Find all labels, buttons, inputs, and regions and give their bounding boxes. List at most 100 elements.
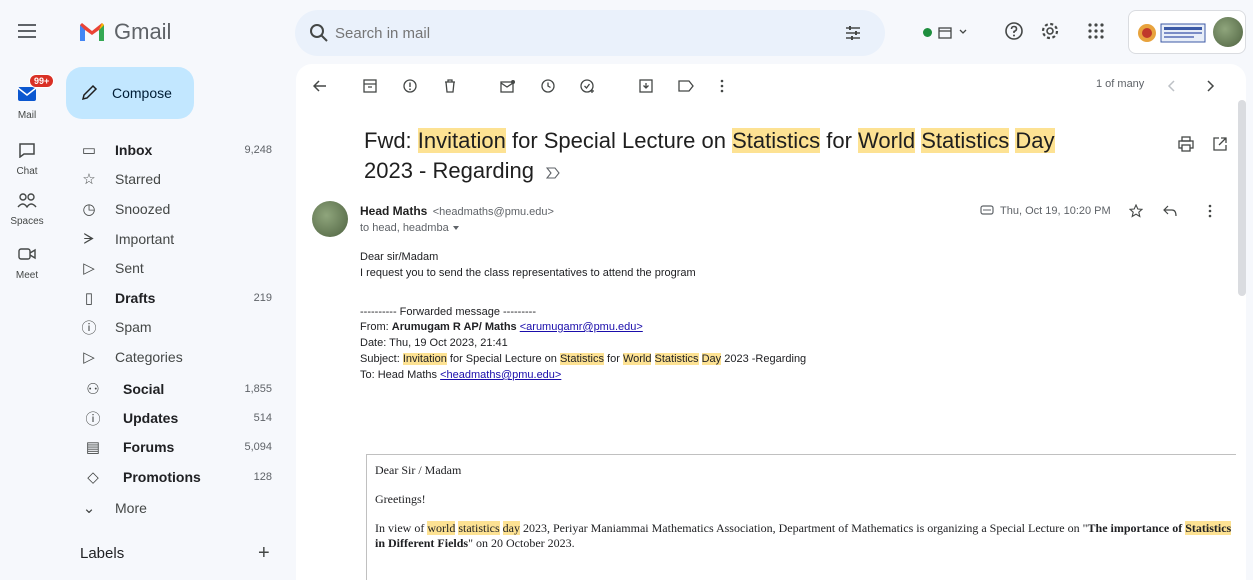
star-icon: ☆ [82, 171, 96, 188]
sidebar-item-social[interactable]: ⚇ Social 1,855 [70, 375, 280, 403]
sidebar-item-inbox[interactable]: ▭ Inbox 9,248 [70, 136, 280, 164]
rail-label: Meet [15, 270, 39, 281]
email-view: 1 of many Fwd: Invitation for Special Le… [296, 64, 1246, 580]
report-spam-icon[interactable] [400, 76, 420, 96]
search-highlight: statistics [458, 521, 500, 535]
info-icon: ⓘ [85, 410, 101, 428]
sidebar-item-sent[interactable]: ▷ Sent [70, 254, 280, 282]
archive-icon[interactable] [360, 76, 380, 96]
compose-button[interactable]: Compose [66, 67, 194, 119]
move-to-icon[interactable] [636, 76, 656, 96]
sidebar-item-drafts[interactable]: ▯ Drafts 219 [70, 284, 280, 312]
star-icon[interactable] [1126, 201, 1146, 221]
sidebar-item-label: Spam [115, 319, 152, 335]
email-date: Thu, Oct 19, 10:20 PM [1000, 205, 1111, 217]
organization-logo [1138, 23, 1206, 43]
sidebar-item-more[interactable]: ⌄ More [70, 494, 280, 522]
sidebar-item-count: 5,094 [244, 441, 272, 453]
from-email-link[interactable]: <arumugamr@pmu.edu> [520, 321, 643, 333]
newer-chevron-left-icon[interactable] [1162, 76, 1182, 96]
rail-chat[interactable]: Chat [0, 136, 54, 177]
older-chevron-right-icon[interactable] [1200, 76, 1220, 96]
account-switcher[interactable] [1128, 10, 1246, 54]
send-icon: ▷ [83, 260, 95, 277]
email-subject: Fwd: Invitation for Special Lecture on S… [364, 126, 1084, 186]
mail-icon: 99+ [11, 74, 55, 108]
recipients-line[interactable]: to head, headmba [360, 222, 460, 234]
attachment-label-icon [980, 205, 994, 215]
sidebar-item-promotions[interactable]: ◇ Promotions 128 [70, 463, 280, 491]
draft-icon: ▯ [84, 290, 94, 307]
sidebar-item-count: 219 [253, 292, 272, 304]
more-vert-icon[interactable] [712, 76, 732, 96]
rail-spaces[interactable]: Spaces [0, 186, 54, 227]
mark-unread-icon[interactable] [498, 76, 518, 96]
gmail-logo[interactable]: Gmail [78, 18, 171, 46]
snooze-clock-icon[interactable] [538, 76, 558, 96]
apps-grid-icon[interactable] [1085, 20, 1107, 42]
unread-badge: 99+ [29, 74, 55, 88]
sidebar-item-starred[interactable]: ☆ Starred [70, 165, 280, 193]
sidebar-item-forums[interactable]: ▤ Forums 5,094 [70, 433, 280, 461]
sender-name[interactable]: Head Maths [360, 204, 427, 218]
tag-icon: ◇ [87, 469, 99, 486]
reply-icon[interactable] [1160, 201, 1180, 221]
sidebar-item-important[interactable]: ᗒ Important [70, 225, 280, 253]
pager-text: 1 of many [1096, 78, 1145, 90]
forward-date: Date: Thu, 19 Oct 2023, 21:41 [360, 337, 508, 349]
important-marker-icon[interactable] [545, 167, 560, 179]
back-arrow-icon[interactable] [310, 76, 330, 96]
search-icon[interactable] [309, 23, 329, 43]
labels-heading: Labels [80, 545, 125, 562]
text-run: for Special Lecture on [505, 128, 733, 153]
sidebar-item-label: Starred [115, 171, 161, 187]
sidebar-item-label: Categories [115, 349, 183, 365]
sidebar-item-label: Updates [123, 410, 179, 426]
calendar-status-icon [938, 27, 952, 39]
text-run: The importance of [1087, 521, 1186, 535]
to-label: To: Head Maths [360, 369, 441, 381]
search-highlight: Statistics [654, 353, 699, 365]
pencil-icon [81, 84, 98, 101]
settings-gear-icon[interactable] [1039, 20, 1061, 42]
sidebar-item-updates[interactable]: ⓘ Updates 514 [70, 404, 280, 432]
recipients-dropdown-icon[interactable] [452, 225, 460, 231]
text-run: 2023 -Regarding [721, 353, 807, 365]
to-email-link[interactable]: <headmaths@pmu.edu> [440, 369, 561, 381]
open-new-window-icon[interactable] [1210, 134, 1230, 154]
sidebar-item-count: 9,248 [244, 144, 272, 156]
search-bar[interactable] [295, 10, 885, 56]
search-highlight: Statistics [732, 128, 821, 153]
sidebar-item-count: 514 [253, 412, 272, 424]
sidebar-item-count: 1,855 [244, 383, 272, 395]
add-task-icon[interactable] [578, 76, 598, 96]
status-indicator[interactable] [915, 17, 979, 47]
quoted-greeting: Dear Sir / Madam [375, 463, 462, 477]
sidebar-item-snoozed[interactable]: ◷ Snoozed [70, 195, 280, 223]
search-highlight: Statistics [1185, 521, 1232, 535]
print-icon[interactable] [1176, 134, 1196, 154]
message-more-vert-icon[interactable] [1200, 201, 1220, 221]
search-input[interactable] [335, 22, 815, 44]
label-tag-icon[interactable] [676, 76, 696, 96]
quoted-paragraph: In view of world statistics day 2023, Pe… [375, 521, 1236, 551]
from-name: Arumugam R AP/ Maths [391, 321, 520, 333]
delete-trash-icon[interactable] [440, 76, 460, 96]
vertical-scrollbar[interactable] [1238, 100, 1246, 296]
main-menu-icon[interactable] [14, 18, 40, 44]
sidebar-item-categories[interactable]: ▷ Categories [70, 343, 280, 371]
help-icon[interactable] [1003, 20, 1025, 42]
forward-subject: Subject: Invitation for Special Lecture … [360, 353, 806, 365]
search-highlight: Day [1015, 128, 1055, 153]
search-highlight: Statistics [921, 128, 1010, 153]
rail-meet[interactable]: Meet [0, 240, 54, 281]
sidebar-item-spam[interactable]: ⓘ Spam [70, 313, 280, 341]
rail-mail[interactable]: 99+ Mail [0, 74, 55, 121]
rail-label: Chat [16, 166, 38, 177]
account-avatar[interactable] [1213, 17, 1243, 47]
sender-avatar[interactable] [312, 201, 348, 237]
search-highlight: day [502, 521, 520, 535]
search-options-icon[interactable] [843, 23, 863, 43]
add-label-button[interactable]: + [258, 542, 270, 565]
spam-icon: ⓘ [81, 319, 97, 337]
